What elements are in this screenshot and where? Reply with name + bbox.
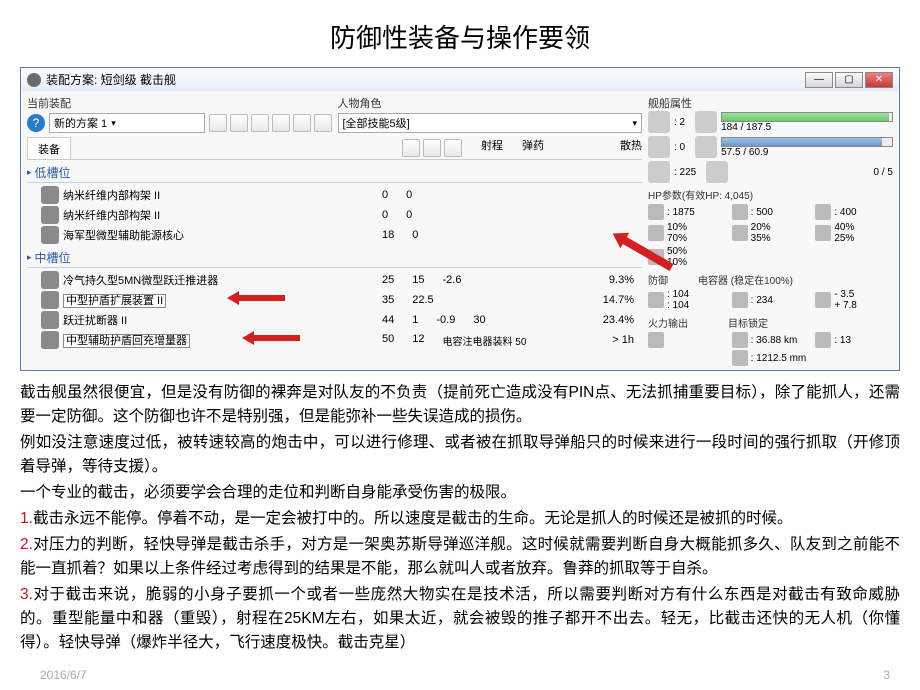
- armor-icon: [732, 204, 748, 220]
- scheme-dropdown[interactable]: 新的方案 1: [49, 113, 205, 133]
- toolbar-button[interactable]: [251, 114, 269, 132]
- page-number: 3: [883, 668, 890, 682]
- low-slot-header[interactable]: 低槽位: [27, 164, 642, 183]
- dps-header: 火力输出: [648, 315, 688, 330]
- window-titlebar: 装配方案: 短剑级 截击舰 — ▢ ✕: [21, 68, 899, 91]
- mid-slot-header[interactable]: 中槽位: [27, 249, 642, 268]
- close-button[interactable]: ✕: [865, 72, 893, 88]
- ship-attr-label: 舰船属性: [648, 95, 893, 111]
- hp-header: HP参数(有效HP: 4,045): [648, 187, 893, 202]
- tank-icon: [648, 292, 664, 308]
- defense-header: 防御电容器 (稳定在100%): [648, 272, 893, 287]
- ship-stats-panel: 舰船属性 : 2184 / 187.5 : 057.5 / 60.9 : 225…: [648, 95, 893, 366]
- turret-icon: [648, 111, 670, 133]
- dps-icon: [648, 332, 664, 348]
- toolbar-button[interactable]: [272, 114, 290, 132]
- cap-icon: [732, 292, 748, 308]
- footer-date: 2016/6/7: [40, 668, 87, 682]
- paragraph: 一个专业的截击，必须要学会合理的走位和判断自身能承受伤害的极限。: [20, 481, 900, 505]
- paragraph: 例如没注意速度过低，被转速较高的炮击中，可以进行修理、或者被在抓取导弹船只的时候…: [20, 431, 900, 479]
- rig-icon: [706, 161, 728, 183]
- col-ammo: 弹药: [522, 137, 582, 159]
- skill-dropdown[interactable]: [全部技能5级]: [338, 113, 643, 133]
- delta-icon: [815, 292, 831, 308]
- layout-button[interactable]: [402, 139, 420, 157]
- module-row[interactable]: 中型辅助护盾回充增量器5012电容注电器装料 50> 1h: [27, 330, 642, 350]
- layout-button[interactable]: [444, 139, 462, 157]
- module-icon: [41, 331, 59, 349]
- module-row[interactable]: 海军型微型辅助能源核心180: [27, 225, 642, 245]
- sig-icon: [732, 350, 748, 366]
- app-icon: [27, 73, 41, 87]
- module-icon: [41, 311, 59, 329]
- list-item: 2.对压力的判断，轻快导弹是截击杀手，对方是一架奥苏斯导弹巡洋舰。这时候就需要判…: [20, 533, 900, 581]
- toolbar-button[interactable]: [314, 114, 332, 132]
- col-heat: 散热: [582, 137, 642, 159]
- character-label: 人物角色: [338, 95, 643, 111]
- em-res-icon: [648, 225, 664, 241]
- minimize-button[interactable]: —: [805, 72, 833, 88]
- module-icon: [41, 186, 59, 204]
- toolbar-button[interactable]: [293, 114, 311, 132]
- body-content: 截击舰虽然很便宜，但是没有防御的裸奔是对队友的不负责（提前死亡造成没有PIN点、…: [20, 381, 900, 655]
- module-icon: [41, 271, 59, 289]
- targets-icon: [815, 332, 831, 348]
- exp-res-icon: [648, 249, 664, 265]
- kin-res-icon: [815, 225, 831, 241]
- module-row[interactable]: 跃迁扰断器 II441-0.93023.4%: [27, 310, 642, 330]
- range-icon: [732, 332, 748, 348]
- module-icon: [41, 226, 59, 244]
- list-item: 3.对于截击来说，脆弱的小身子要抓一个或者一些庞然大物实在是技术活，所以需要判断…: [20, 583, 900, 655]
- current-fit-label: 当前装配: [27, 95, 332, 111]
- layout-button[interactable]: [423, 139, 441, 157]
- help-icon[interactable]: ?: [27, 114, 45, 132]
- module-icon: [41, 291, 59, 309]
- lock-header: 目标锁定: [728, 315, 768, 330]
- list-item: 1.截击永远不能停。停着不动，是一定会被打中的。所以速度是截击的生命。无论是抓人…: [20, 507, 900, 531]
- paragraph: 截击舰虽然很便宜，但是没有防御的裸奔是对队友的不负责（提前死亡造成没有PIN点、…: [20, 381, 900, 429]
- pg-icon: [695, 136, 717, 158]
- col-range: 射程: [462, 137, 522, 159]
- module-row[interactable]: 纳米纤维内部构架 II00: [27, 205, 642, 225]
- calib-icon: [648, 161, 670, 183]
- hull-icon: [815, 204, 831, 220]
- therm-res-icon: [732, 225, 748, 241]
- toolbar-button[interactable]: [209, 114, 227, 132]
- module-row[interactable]: 纳米纤维内部构架 II00: [27, 185, 642, 205]
- fitting-window: 装配方案: 短剑级 截击舰 — ▢ ✕ 当前装配 ? 新的方案 1: [20, 67, 900, 371]
- slide-title: 防御性装备与操作要领: [20, 18, 900, 55]
- module-row[interactable]: 冷气持久型5MN微型跃迁推进器2515-2.69.3%: [27, 270, 642, 290]
- shield-icon: [648, 204, 664, 220]
- toolbar-button[interactable]: [230, 114, 248, 132]
- window-title: 装配方案: 短剑级 截击舰: [46, 71, 176, 88]
- module-row[interactable]: 中型护盾扩展装置 II3522.514.7%: [27, 290, 642, 310]
- module-icon: [41, 206, 59, 224]
- cpu-icon: [695, 111, 717, 133]
- maximize-button[interactable]: ▢: [835, 72, 863, 88]
- launcher-icon: [648, 136, 670, 158]
- tab-equipment[interactable]: 装备: [27, 137, 71, 159]
